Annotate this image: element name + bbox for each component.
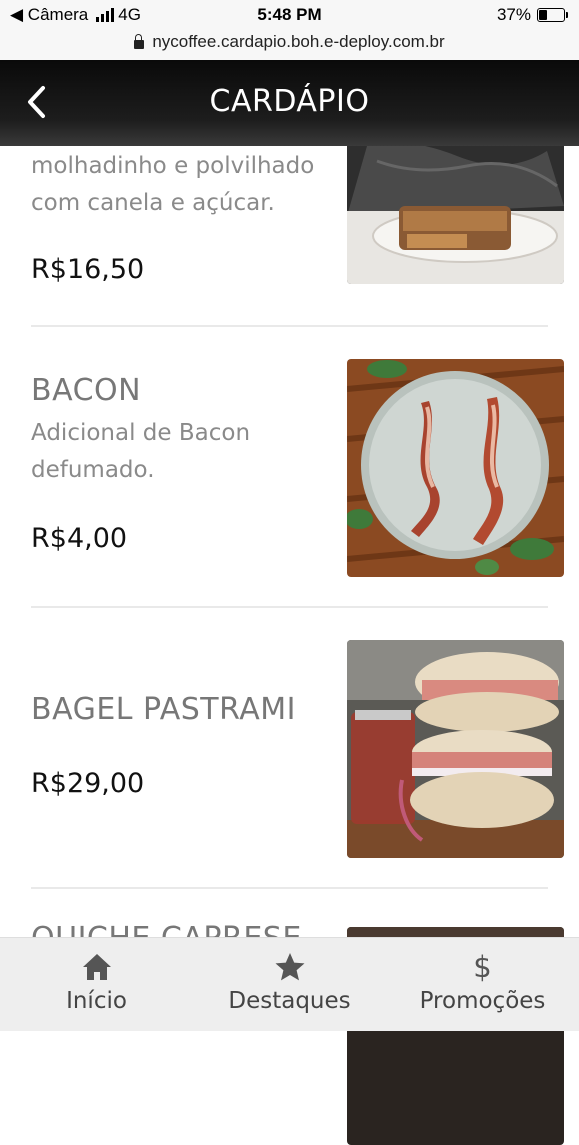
nav-label: Destaques bbox=[228, 988, 351, 1014]
star-icon bbox=[275, 953, 304, 981]
item-name: BACON bbox=[31, 373, 142, 408]
bacon-plate-photo bbox=[347, 359, 564, 577]
menu-item[interactable]: BACON Adicional de Bacon defumado. R$4,0… bbox=[31, 359, 564, 577]
bagel-pastrami-photo bbox=[347, 640, 564, 858]
nav-item-destaques[interactable]: Destaques bbox=[193, 938, 386, 1031]
home-icon bbox=[82, 954, 111, 980]
nav-item-inicio[interactable]: Início bbox=[0, 938, 193, 1031]
item-description: molhadinho e polvilhado com canela e açú… bbox=[31, 153, 315, 216]
page-title: CARDÁPIO bbox=[209, 84, 370, 119]
divider bbox=[31, 887, 548, 889]
menu-list[interactable]: molhadinho e polvilhado com canela e açú… bbox=[0, 0, 579, 1145]
nav-item-promocoes[interactable]: $ Promoções bbox=[386, 938, 579, 1031]
item-price: R$16,50 bbox=[31, 254, 145, 285]
bottom-nav: Início Destaques $ Promoções bbox=[0, 937, 579, 1031]
menu-item[interactable]: BAGEL PASTRAMI R$29,00 bbox=[31, 640, 564, 858]
menu-item[interactable]: molhadinho e polvilhado com canela e açú… bbox=[31, 66, 564, 326]
divider bbox=[31, 606, 548, 608]
item-price: R$4,00 bbox=[31, 523, 128, 554]
nav-label: Promoções bbox=[419, 988, 546, 1014]
divider bbox=[31, 325, 548, 327]
item-name: BAGEL PASTRAMI bbox=[31, 692, 296, 727]
dollar-icon: $ bbox=[473, 950, 492, 984]
app-header: CARDÁPIO bbox=[0, 60, 579, 146]
item-description: Adicional de Bacon defumado. bbox=[31, 420, 251, 483]
item-price: R$29,00 bbox=[31, 768, 145, 799]
nav-label: Início bbox=[66, 988, 127, 1014]
